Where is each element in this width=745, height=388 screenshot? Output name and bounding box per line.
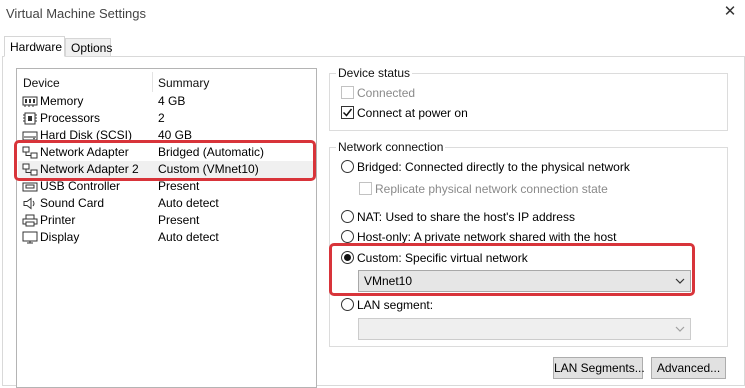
- device-name: Display: [40, 230, 80, 244]
- device-row-usb-controller[interactable]: USB Controller Present: [18, 178, 315, 195]
- chevron-down-icon: [675, 326, 685, 332]
- device-summary: 2: [158, 111, 165, 125]
- bridged-label: Bridged: Connected directly to the physi…: [357, 160, 630, 174]
- device-status-group: [329, 73, 728, 131]
- tab-hardware[interactable]: Hardware: [4, 36, 65, 57]
- device-name: Sound Card: [40, 196, 105, 210]
- replicate-checkbox[interactable]: [359, 182, 372, 195]
- device-name: Processors: [40, 111, 101, 125]
- device-list: Device Summary Memory 4 GB Processors 2 …: [16, 68, 317, 388]
- device-summary: Present: [158, 213, 200, 227]
- lan-segment-label: LAN segment:: [357, 298, 434, 312]
- device-summary: Auto detect: [158, 230, 219, 244]
- sound-card-icon: [23, 197, 35, 210]
- memory-icon: [22, 96, 38, 107]
- nat-label: NAT: Used to share the host's IP address: [357, 210, 575, 224]
- device-name: Printer: [40, 213, 76, 227]
- network-connection-group: [329, 147, 728, 347]
- connect-at-power-on-checkbox[interactable]: [341, 106, 354, 119]
- connect-at-power-on-label: Connect at power on: [357, 106, 468, 120]
- column-separator[interactable]: [152, 72, 153, 92]
- tab-options[interactable]: Options: [65, 38, 112, 57]
- connected-checkbox[interactable]: [341, 86, 354, 99]
- custom-network-value: VMnet10: [364, 274, 413, 288]
- hard-disk-icon: [22, 131, 38, 141]
- window-title: Virtual Machine Settings: [6, 6, 146, 21]
- display-icon: [22, 231, 38, 244]
- device-row-network-adapter-2[interactable]: Network Adapter 2 Custom (VMnet10): [18, 161, 315, 178]
- device-row-memory[interactable]: Memory 4 GB: [18, 93, 315, 110]
- close-icon[interactable]: ✕: [722, 4, 738, 20]
- device-summary: Present: [158, 179, 200, 193]
- device-row-printer[interactable]: Printer Present: [18, 212, 315, 229]
- device-summary: Auto detect: [158, 196, 219, 210]
- device-row-display[interactable]: Display Auto detect: [18, 229, 315, 246]
- custom-network-select[interactable]: VMnet10: [358, 270, 691, 292]
- connected-label: Connected: [357, 86, 416, 100]
- host-only-radio[interactable]: [341, 230, 354, 243]
- lan-segments-button[interactable]: LAN Segments...: [553, 357, 645, 379]
- usb-controller-icon: [22, 182, 38, 192]
- device-row-processors[interactable]: Processors 2: [18, 110, 315, 127]
- lan-segment-select[interactable]: [358, 318, 691, 340]
- network-adapter-icon: [22, 163, 38, 176]
- device-name: Network Adapter 2: [40, 162, 139, 176]
- column-header-device[interactable]: Device: [23, 74, 60, 92]
- device-status-title: Device status: [336, 66, 413, 80]
- lan-segment-radio[interactable]: [341, 298, 354, 311]
- device-name: USB Controller: [40, 179, 121, 193]
- network-adapter-icon: [22, 146, 38, 159]
- replicate-label: Replicate physical network connection st…: [375, 182, 608, 196]
- printer-icon: [22, 214, 38, 227]
- device-row-sound-card[interactable]: Sound Card Auto detect: [18, 195, 315, 212]
- device-name: Memory: [40, 94, 84, 108]
- advanced-button[interactable]: Advanced...: [651, 357, 726, 379]
- device-name: Network Adapter: [40, 145, 129, 159]
- bridged-radio[interactable]: [341, 160, 354, 173]
- chevron-down-icon: [675, 278, 685, 284]
- custom-label: Custom: Specific virtual network: [357, 251, 528, 265]
- device-summary: Custom (VMnet10): [158, 162, 259, 176]
- nat-radio[interactable]: [341, 210, 354, 223]
- column-header-summary[interactable]: Summary: [158, 74, 209, 92]
- radio-selected-dot: [344, 254, 351, 261]
- device-summary: Bridged (Automatic): [158, 145, 265, 159]
- device-summary: 40 GB: [158, 128, 193, 142]
- network-connection-title: Network connection: [336, 140, 446, 154]
- processor-icon: [23, 112, 37, 125]
- device-row-network-adapter[interactable]: Network Adapter Bridged (Automatic): [18, 144, 315, 161]
- device-row-hard-disk[interactable]: Hard Disk (SCSI) 40 GB: [18, 127, 315, 144]
- custom-radio[interactable]: [341, 251, 354, 264]
- device-summary: 4 GB: [158, 94, 186, 108]
- host-only-label: Host-only: A private network shared with…: [357, 230, 617, 244]
- checkmark-icon: [342, 108, 353, 117]
- device-name: Hard Disk (SCSI): [40, 128, 133, 142]
